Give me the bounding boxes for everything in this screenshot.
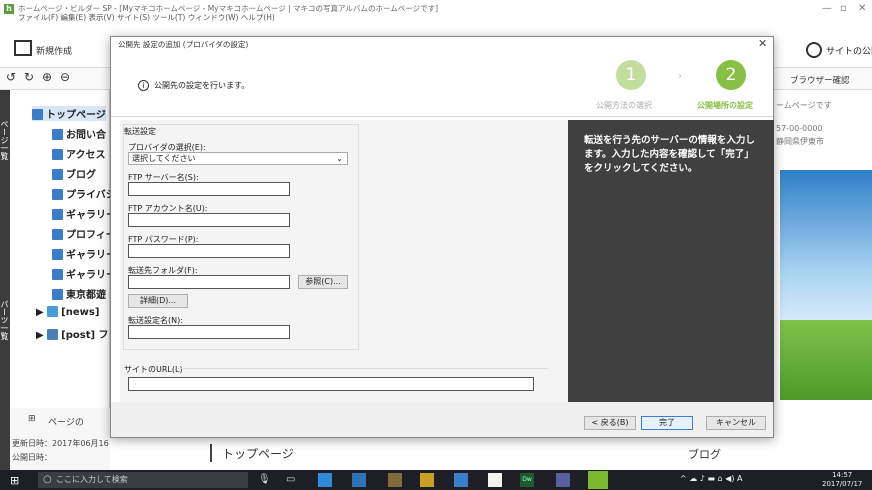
search-icon: ○	[43, 474, 52, 485]
expand-icon[interactable]: ▶	[36, 307, 47, 318]
tree-item[interactable]: トップページ	[32, 106, 106, 121]
taskbar-search[interactable]: ここに入力して検索	[38, 472, 248, 488]
app-icon-5[interactable]	[488, 473, 502, 487]
site-url-input[interactable]	[128, 377, 534, 391]
news-icon	[47, 306, 59, 317]
zoom-in-icon[interactable]: ⊕	[42, 70, 52, 84]
finish-button[interactable]: 完了	[641, 416, 693, 430]
tree-footer: ⊞ ページの 更新日時：2017年06月16日23:43 公開日時：	[10, 408, 140, 470]
browse-button[interactable]: 参照(C)...	[298, 275, 348, 289]
tree-item[interactable]: ▶ [news]	[36, 306, 99, 318]
heading-bar	[210, 444, 212, 462]
back-button[interactable]: < 戻る(B)	[584, 416, 636, 430]
page-icon	[52, 229, 63, 240]
new-button-label[interactable]: 新規作成	[36, 44, 72, 57]
published-date: 公開日時：	[12, 453, 52, 462]
homepage-builder-icon[interactable]	[588, 471, 608, 489]
help-panel: 転送を行う先のサーバーの情報を入力します。入力した内容を確認して「完了」をクリッ…	[568, 120, 774, 402]
tree-item[interactable]: プライバシ	[52, 186, 116, 201]
step-1-circle: 1	[616, 60, 646, 90]
preview-image-grass	[780, 320, 872, 400]
preview-text: 静岡県伊東市	[776, 137, 824, 146]
tree-item[interactable]: プロフィー	[52, 226, 116, 241]
setting-name-input[interactable]	[128, 325, 290, 339]
tree-item[interactable]: 東京都遊	[52, 286, 106, 301]
dialog-info: i 公開先の設定を行います。	[138, 80, 249, 91]
page-tree: トップページ お問い合 アクセス ブログ プライバシ ギャラリー プロフィー ギ…	[10, 90, 116, 408]
page-icon	[52, 209, 63, 220]
site-publish-button[interactable]: サイトの公開	[826, 44, 872, 57]
preview-text: 57-00-0000	[776, 124, 823, 133]
tree-item[interactable]: アクセス	[52, 146, 106, 161]
page-icon	[52, 269, 63, 280]
ftp-password-input[interactable]	[128, 244, 290, 258]
step-2-circle: 2	[716, 60, 746, 90]
windows-start-icon[interactable]: ⊞	[10, 474, 19, 487]
group-title: 転送設定	[124, 127, 156, 136]
ftp-account-input[interactable]	[128, 213, 290, 227]
dialog-title: 公開先 設定の追加 (プロバイダの設定)	[118, 40, 249, 49]
maximize-icon[interactable]: ▫	[840, 3, 847, 14]
folder-input[interactable]	[128, 275, 290, 289]
system-tray[interactable]: ^ ☁ ♪ ▬ ⌂ ◀) A	[680, 474, 742, 483]
dreamweaver-icon[interactable]: Dw	[520, 473, 534, 487]
expand-icon[interactable]: ▶	[36, 330, 47, 341]
app-icon-6[interactable]	[556, 473, 570, 487]
browser-check-button[interactable]: ブラウザー確認	[790, 74, 850, 86]
page-icon	[52, 189, 63, 200]
page-icon	[32, 109, 43, 120]
page-icon	[52, 149, 63, 160]
post-icon	[47, 329, 59, 340]
info-icon: i	[138, 80, 149, 91]
new-page-icon[interactable]	[14, 40, 32, 56]
folder-app-icon[interactable]	[420, 473, 434, 487]
provider-select[interactable]: 選択してください ⌄	[128, 152, 348, 165]
app-icon: h	[4, 4, 14, 14]
app-icon-4[interactable]	[454, 473, 468, 487]
task-view-icon[interactable]: ▭	[286, 474, 295, 485]
url-divider	[178, 368, 548, 369]
publish-icon[interactable]	[806, 42, 822, 58]
redo-icon[interactable]: ↻	[24, 70, 34, 84]
tree-item[interactable]: お問い合	[52, 126, 106, 141]
page-icon	[52, 169, 63, 180]
clock[interactable]: 14:57 2017/07/17	[822, 471, 862, 489]
page-list-tab[interactable]: ページ一覧	[0, 120, 9, 160]
help-text: 転送を行う先のサーバーの情報を入力します。入力した内容を確認して「完了」をクリッ…	[584, 135, 755, 174]
app-icon-2[interactable]	[352, 473, 366, 487]
step-2-label: 公開場所の設定	[697, 101, 753, 110]
ftp-server-input[interactable]	[128, 182, 290, 196]
site-url-label: サイトのURL(L)	[124, 365, 183, 374]
close-icon[interactable]: ✕	[858, 3, 866, 14]
app-icon-3[interactable]	[388, 473, 402, 487]
blog-heading: ブログ	[688, 448, 721, 461]
tree-item[interactable]: ギャラリー	[52, 206, 116, 221]
tree-item[interactable]: ブログ	[52, 166, 96, 181]
add-page-label[interactable]: ページの	[48, 415, 84, 428]
undo-icon[interactable]: ↺	[6, 70, 16, 84]
dialog-close-icon[interactable]: ✕	[758, 37, 767, 50]
add-page-icon[interactable]: ⊞	[28, 414, 36, 424]
minimize-icon[interactable]: —	[822, 3, 832, 14]
tree-item[interactable]: ▶ [post] フ	[36, 326, 109, 341]
preview-text: ームページです	[776, 101, 832, 110]
app-icon-1[interactable]	[318, 473, 332, 487]
mic-icon[interactable]: 🎙	[258, 474, 271, 485]
chevron-down-icon: ⌄	[336, 154, 343, 163]
zoom-out-icon[interactable]: ⊖	[60, 70, 70, 84]
parts-list-tab[interactable]: パーツ一覧	[0, 300, 9, 340]
tree-item[interactable]: ギャラリー	[52, 266, 116, 281]
step-1-label: 公開方法の選択	[596, 101, 652, 110]
detail-button[interactable]: 詳細(D)...	[128, 294, 188, 308]
cancel-button[interactable]: キャンセル	[706, 416, 766, 430]
top-page-heading: トップページ	[222, 447, 294, 461]
tree-item[interactable]: ギャラリー	[52, 246, 116, 261]
page-icon	[52, 249, 63, 260]
dialog-divider	[111, 116, 773, 117]
page-icon	[52, 129, 63, 140]
page-icon	[52, 289, 63, 300]
step-arrow-icon: ›	[678, 71, 682, 82]
preview-image	[780, 170, 872, 340]
